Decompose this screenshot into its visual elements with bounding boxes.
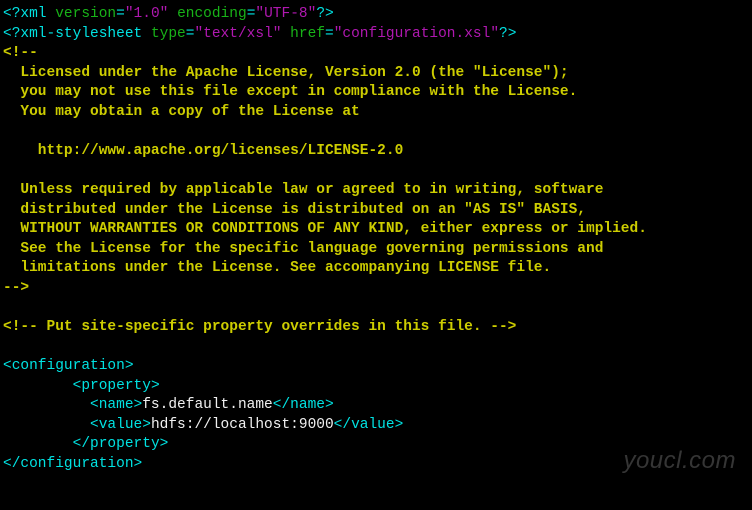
xml-source: <?xml version="1.0" encoding="UTF-8"?> <… bbox=[3, 5, 749, 475]
xml-decl-close: ?> bbox=[316, 6, 333, 22]
val-version: "1.0" bbox=[125, 6, 169, 22]
name-value: fs.default.name bbox=[142, 397, 273, 413]
xml-stylesheet-close: ?> bbox=[499, 26, 516, 42]
value-close-tag: </value> bbox=[334, 417, 404, 433]
xml-stylesheet-open: <?xml-stylesheet bbox=[3, 26, 151, 42]
value-open-tag: <value> bbox=[90, 417, 151, 433]
val-href: "configuration.xsl" bbox=[334, 26, 499, 42]
property-close-tag: </property> bbox=[73, 436, 169, 452]
configuration-open-tag: <configuration> bbox=[3, 358, 134, 374]
name-open-tag: <name> bbox=[90, 397, 142, 413]
name-close-tag: </name> bbox=[273, 397, 334, 413]
xml-decl-open: <?xml bbox=[3, 6, 55, 22]
license-comment: <!-- Licensed under the Apache License, … bbox=[3, 45, 647, 296]
val-encoding: "UTF-8" bbox=[255, 6, 316, 22]
configuration-close-tag: </configuration> bbox=[3, 456, 142, 472]
attr-href: href bbox=[290, 26, 325, 42]
val-type: "text/xsl" bbox=[194, 26, 281, 42]
attr-version: version bbox=[55, 6, 116, 22]
attr-encoding: encoding bbox=[177, 6, 247, 22]
site-comment: <!-- Put site-specific property override… bbox=[3, 319, 516, 335]
value-text: hdfs://localhost:9000 bbox=[151, 417, 334, 433]
attr-type: type bbox=[151, 26, 186, 42]
property-open-tag: <property> bbox=[73, 378, 160, 394]
